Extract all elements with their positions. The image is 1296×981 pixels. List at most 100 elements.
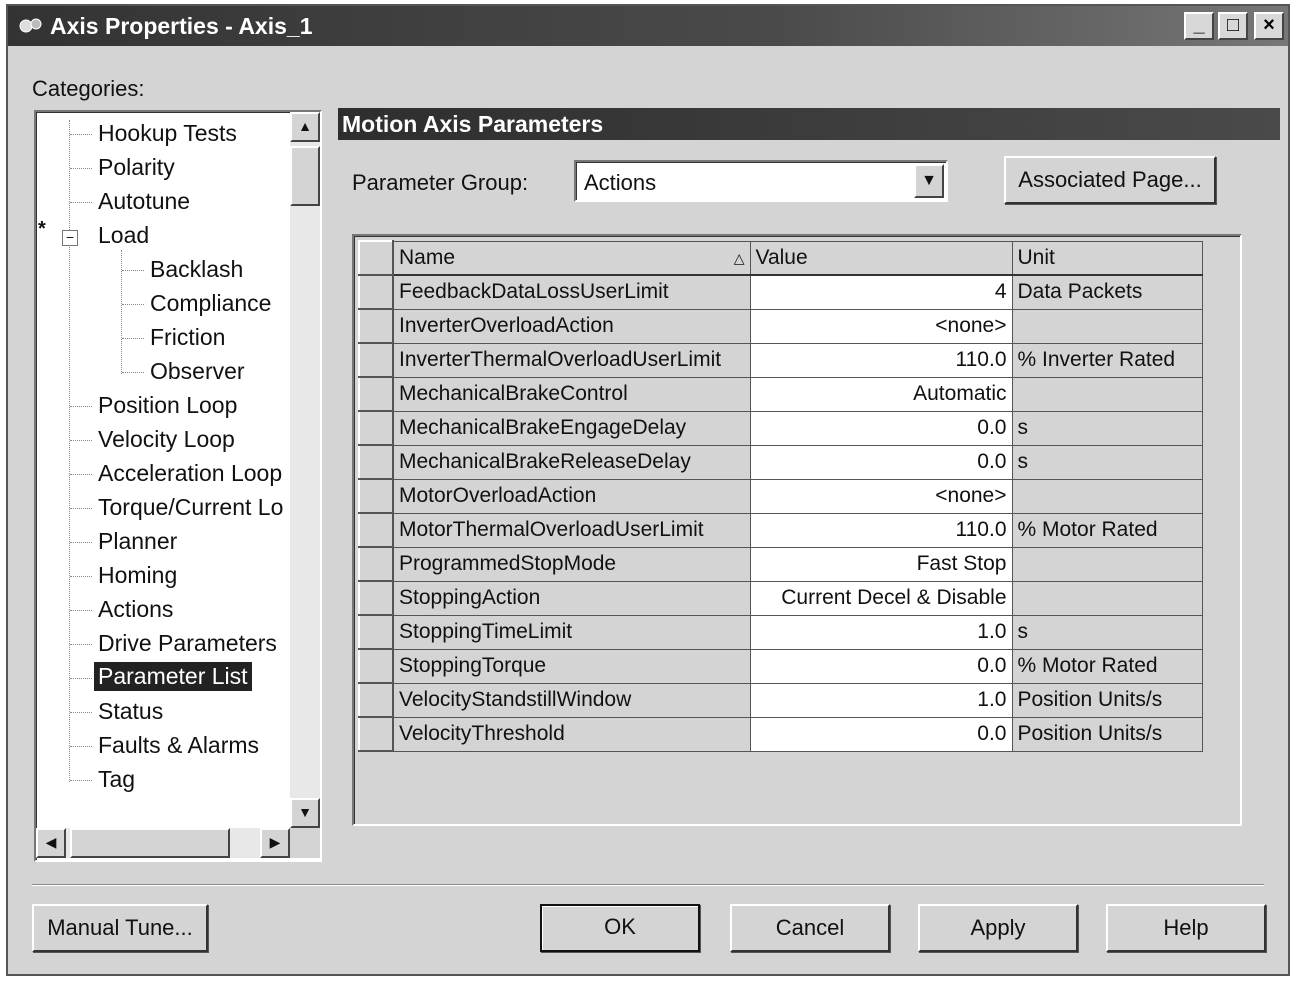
tree-item-status[interactable]: Status <box>98 698 163 725</box>
param-value-cell[interactable]: Fast Stop <box>749 546 1013 582</box>
parameter-grid[interactable]: Name △ Value Unit FeedbackDataLossUserLim… <box>352 234 1242 826</box>
tree-item-position-loop[interactable]: Position Loop <box>98 392 237 419</box>
tree-item-polarity[interactable]: Polarity <box>98 154 175 181</box>
tree-item-homing[interactable]: Homing <box>98 562 177 589</box>
param-name-cell: MechanicalBrakeReleaseDelay <box>392 444 751 480</box>
cancel-button[interactable]: Cancel <box>730 904 890 952</box>
horizontal-scroll-thumb[interactable] <box>70 828 230 858</box>
row-selector[interactable] <box>358 682 394 718</box>
param-value-cell[interactable]: Automatic <box>749 376 1013 412</box>
column-header-name[interactable]: Name △ <box>392 240 751 276</box>
param-value-cell[interactable]: 4 <box>749 274 1013 310</box>
table-row[interactable]: MechanicalBrakeEngageDelay 0.0 s <box>358 410 1203 446</box>
row-selector[interactable] <box>358 376 394 412</box>
param-name-cell: StoppingAction <box>392 580 751 616</box>
param-value-cell[interactable]: 110.0 <box>749 342 1013 378</box>
tree-item-torque-current-loop[interactable]: Torque/Current Lo <box>98 494 283 521</box>
tree-item-planner[interactable]: Planner <box>98 528 177 555</box>
row-selector[interactable] <box>358 342 394 378</box>
table-row[interactable]: MechanicalBrakeReleaseDelay 0.0 s <box>358 444 1203 480</box>
table-row[interactable]: InverterThermalOverloadUserLimit 110.0% I… <box>358 342 1203 378</box>
param-value-cell[interactable]: 110.0 <box>749 512 1013 548</box>
table-row[interactable]: InverterOverloadAction <none> <box>358 308 1203 344</box>
row-selector[interactable] <box>358 716 394 752</box>
tree-item-acceleration-loop[interactable]: Acceleration Loop <box>98 460 282 487</box>
associated-page-button[interactable]: Associated Page... <box>1004 156 1216 204</box>
table-row[interactable]: VelocityThreshold 0.0 Position Units/s <box>358 716 1203 752</box>
row-selector[interactable] <box>358 614 394 650</box>
close-button[interactable]: × <box>1254 12 1284 40</box>
param-name-cell: StoppingTimeLimit <box>392 614 751 650</box>
tree-line <box>70 712 92 713</box>
collapse-load-icon[interactable]: − <box>62 230 78 246</box>
ok-button[interactable]: OK <box>540 904 700 952</box>
row-selector[interactable] <box>358 648 394 684</box>
tree-item-compliance[interactable]: Compliance <box>150 290 271 317</box>
table-row[interactable]: MotorThermalOverloadUserLimit 110.0% Moto… <box>358 512 1203 548</box>
tree-item-hookup-tests[interactable]: Hookup Tests <box>98 120 237 147</box>
param-value-cell[interactable]: 0.0 <box>749 648 1013 684</box>
table-row[interactable]: VelocityStandstillWindow 1.0 Position Unit… <box>358 682 1203 718</box>
row-selector[interactable] <box>358 512 394 548</box>
tree-item-drive-parameters[interactable]: Drive Parameters <box>98 630 277 657</box>
scroll-up-icon[interactable]: ▲ <box>290 112 320 142</box>
tree-item-friction[interactable]: Friction <box>150 324 225 351</box>
tree-horizontal-scrollbar[interactable]: ◀ ▶ <box>36 828 290 858</box>
tree-item-load[interactable]: Load <box>98 222 149 249</box>
row-selector[interactable] <box>358 444 394 480</box>
apply-button[interactable]: Apply <box>918 904 1078 952</box>
manual-tune-button[interactable]: Manual Tune... <box>32 904 208 952</box>
table-row[interactable]: StoppingTorque 0.0% Motor Rated <box>358 648 1203 684</box>
param-value-cell[interactable]: 1.0 <box>749 614 1013 650</box>
scroll-right-icon[interactable]: ▶ <box>260 828 290 858</box>
table-row[interactable]: MotorOverloadAction <none> <box>358 478 1203 514</box>
parameter-group-select[interactable]: Actions ▼ <box>574 160 948 202</box>
categories-tree[interactable]: * − Hookup Tests Polarity Autotune Load … <box>34 110 322 862</box>
param-value-cell[interactable]: 0.0 <box>749 410 1013 446</box>
header-selector-cell[interactable] <box>358 240 394 276</box>
param-name-cell: VelocityThreshold <box>392 716 751 752</box>
modified-marker: * <box>38 218 46 240</box>
tree-item-velocity-loop[interactable]: Velocity Loop <box>98 426 235 453</box>
tree-item-faults-alarms[interactable]: Faults & Alarms <box>98 732 259 759</box>
param-value-cell[interactable]: <none> <box>749 478 1013 514</box>
tree-item-backlash[interactable]: Backlash <box>150 256 243 283</box>
row-selector[interactable] <box>358 274 394 310</box>
table-row[interactable]: StoppingTimeLimit 1.0 s <box>358 614 1203 650</box>
param-value-cell[interactable]: <none> <box>749 308 1013 344</box>
param-name-cell: FeedbackDataLossUserLimit <box>392 274 751 310</box>
scroll-down-icon[interactable]: ▼ <box>290 798 320 828</box>
maximize-button[interactable]: □ <box>1218 12 1248 40</box>
tree-line <box>70 610 92 611</box>
param-value-cell[interactable]: 0.0 <box>749 716 1013 752</box>
table-row[interactable]: FeedbackDataLossUserLimit 4 Data Packets <box>358 274 1203 310</box>
tree-vertical-scrollbar[interactable]: ▲ ▼ <box>290 112 320 828</box>
tree-item-autotune[interactable]: Autotune <box>98 188 190 215</box>
table-row[interactable]: ProgrammedStopMode Fast Stop <box>358 546 1203 582</box>
scroll-left-icon[interactable]: ◀ <box>36 828 66 858</box>
param-unit-cell: s <box>1011 410 1203 446</box>
row-selector[interactable] <box>358 546 394 582</box>
vertical-scroll-thumb[interactable] <box>290 146 320 206</box>
tree-line <box>70 780 92 781</box>
help-button[interactable]: Help <box>1106 904 1266 952</box>
table-row[interactable]: StoppingAction Current Decel & Disable <box>358 580 1203 616</box>
tree-item-tag[interactable]: Tag <box>98 766 135 793</box>
minimize-button[interactable]: _ <box>1184 12 1214 40</box>
column-header-value[interactable]: Value <box>749 240 1013 276</box>
parameter-group-value: Actions <box>584 170 657 195</box>
param-value-cell[interactable]: Current Decel & Disable <box>749 580 1013 616</box>
param-value-cell[interactable]: 0.0 <box>749 444 1013 480</box>
table-row[interactable]: MechanicalBrakeControl Automatic <box>358 376 1203 412</box>
row-selector[interactable] <box>358 580 394 616</box>
tree-item-parameter-list[interactable]: Parameter List <box>94 662 252 691</box>
column-header-unit[interactable]: Unit <box>1011 240 1203 276</box>
row-selector[interactable] <box>358 308 394 344</box>
row-selector[interactable] <box>358 410 394 446</box>
param-value-cell[interactable]: 1.0 <box>749 682 1013 718</box>
tree-line <box>70 202 92 203</box>
row-selector[interactable] <box>358 478 394 514</box>
tree-item-actions[interactable]: Actions <box>98 596 173 623</box>
dropdown-arrow-icon[interactable]: ▼ <box>914 164 944 198</box>
tree-item-observer[interactable]: Observer <box>150 358 245 385</box>
